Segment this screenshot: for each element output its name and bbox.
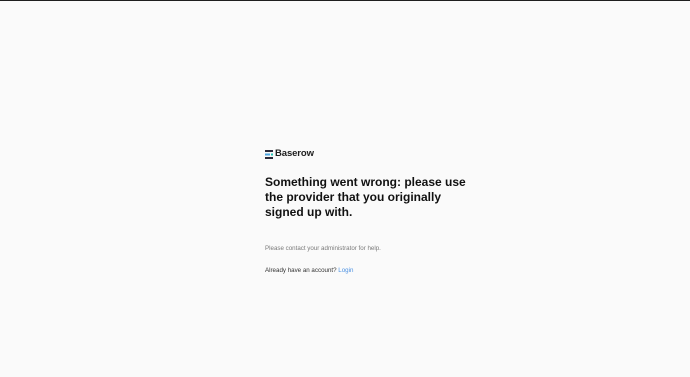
login-line: Already have an account? Login xyxy=(265,266,475,275)
login-prompt: Already have an account? xyxy=(265,267,339,274)
help-text: Please contact your administrator for he… xyxy=(265,245,381,252)
page: Baserow Something went wrong: please use… xyxy=(0,0,690,377)
auth-container: Baserow Something went wrong: please use… xyxy=(265,148,475,275)
top-border xyxy=(0,0,690,1)
error-title: Something went wrong: please use the pro… xyxy=(265,175,466,219)
login-link[interactable]: Login xyxy=(338,267,353,274)
brand-name: Baserow xyxy=(275,148,314,159)
brand-logo: Baserow xyxy=(265,148,475,160)
baserow-logo-icon xyxy=(265,149,273,159)
